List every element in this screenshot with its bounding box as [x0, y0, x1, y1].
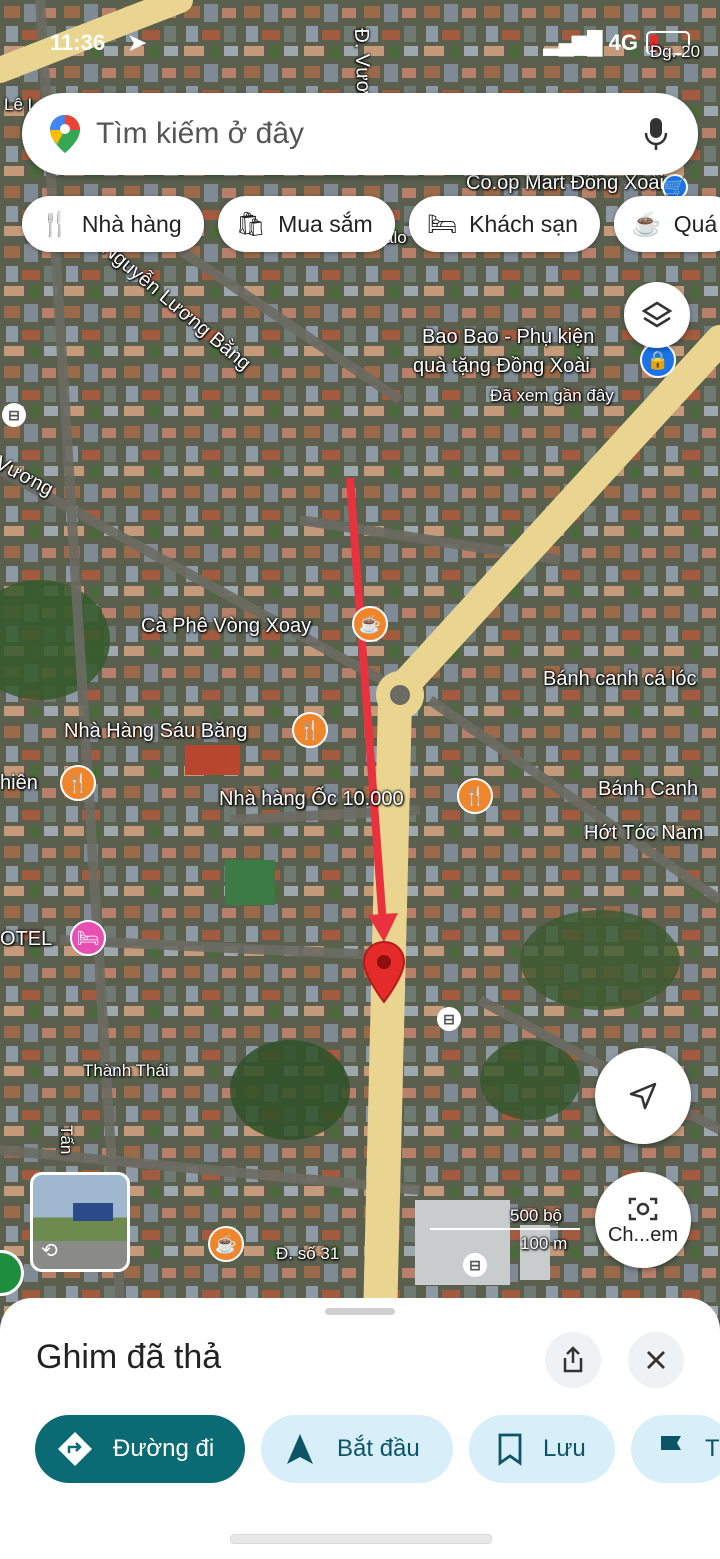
place-label-banhcanh[interactable]: Bánh canh cá lóc	[543, 668, 696, 691]
restaurant-poi-icon[interactable]: 🍴	[60, 765, 96, 801]
street-label: Đg. 20	[650, 42, 701, 61]
share-icon	[563, 1346, 583, 1373]
map-scale: 500 bộ 100 m	[430, 1206, 582, 1253]
sheet-drag-handle[interactable]	[325, 1308, 395, 1315]
bookmark-icon	[498, 1433, 522, 1466]
action-buttons: Đường đi Bắt đầu Lưu T	[35, 1415, 720, 1483]
street-label: Đ. số 31	[276, 1244, 340, 1263]
category-chips: 🍴 Nhà hàng 🛍 Mua sắm 🛏 Khách sạn ☕ Quá	[22, 196, 720, 252]
place-label-caphe[interactable]: Cà Phê Vòng Xoay	[141, 615, 311, 638]
chip-hotels[interactable]: 🛏 Khách sạn	[408, 196, 600, 252]
scale-feet-label: 500 bộ	[510, 1206, 562, 1225]
close-button[interactable]	[628, 1332, 684, 1388]
chip-label: Nhà hàng	[81, 210, 182, 237]
layers-icon	[641, 301, 673, 328]
bus-stop-icon[interactable]: ⊟	[437, 1007, 461, 1031]
rotate-360-icon: ⟲	[41, 1240, 58, 1262]
lens-label: Ch...em	[607, 1223, 679, 1246]
directions-button[interactable]: Đường đi	[35, 1415, 245, 1483]
start-button[interactable]: Bắt đầu	[261, 1415, 453, 1483]
bottom-sheet[interactable]: Ghim đã thả Đường đi Bắt đầu Lưu T	[0, 1298, 720, 1559]
bus-stop-icon[interactable]: ⊟	[463, 1253, 487, 1277]
save-button[interactable]: Lưu	[469, 1415, 615, 1483]
chip-label: Khách sạn	[469, 210, 578, 237]
place-label-hotel[interactable]: OTEL	[0, 928, 52, 951]
directions-icon	[58, 1432, 92, 1466]
chip-cafes[interactable]: ☕ Quá	[613, 196, 720, 252]
cafe-poi-icon[interactable]: ☕	[208, 1226, 244, 1262]
bus-stop-icon[interactable]: ⊟	[2, 403, 26, 427]
place-label-thien[interactable]: hiên	[0, 772, 38, 795]
flag-icon	[661, 1436, 681, 1463]
save-label: Lưu	[543, 1435, 586, 1462]
cafe-poi-icon[interactable]: ☕	[352, 606, 388, 642]
lens-button[interactable]: Ch...em	[595, 1172, 691, 1268]
status-bar: 11:36 ➤ ▂▄▆█ 4G	[0, 30, 720, 60]
label-button[interactable]: T	[631, 1415, 720, 1483]
recently-viewed-label: Đã xem gần đây	[490, 386, 614, 405]
label-label: T	[705, 1435, 720, 1462]
place-label-sau-bang[interactable]: Nhà Hàng Sáu Băng	[64, 720, 247, 743]
bed-icon: 🛏	[426, 210, 458, 238]
chip-label: Mua sắm	[278, 210, 373, 237]
close-icon	[647, 1351, 665, 1369]
chip-label: Quá	[673, 210, 718, 237]
directions-label: Đường đi	[113, 1435, 215, 1462]
signal-icon: ▂▄▆█	[543, 30, 603, 55]
shopping-bag-icon: 🛍	[235, 210, 267, 238]
restaurant-poi-icon[interactable]: 🍴	[457, 778, 493, 814]
microphone-icon[interactable]	[644, 116, 668, 152]
search-bar[interactable]: Tìm kiếm ở đây	[22, 93, 698, 175]
cafe-cup-icon: ☕	[631, 210, 662, 238]
navigation-arrow-icon	[629, 1082, 657, 1110]
scale-meters-label: 100 m	[520, 1234, 568, 1253]
home-indicator	[230, 1534, 492, 1544]
street-label: Thành Thái	[83, 1061, 169, 1080]
maps-logo-icon	[50, 115, 80, 153]
place-label-baobao[interactable]: Bao Bao - Phụ kiện	[422, 326, 594, 349]
dropped-pin-icon[interactable]	[362, 940, 406, 1004]
restaurant-poi-icon[interactable]: 🍴	[292, 712, 328, 748]
place-label-baobao-2[interactable]: quà tặng Đồng Xoài	[413, 355, 590, 378]
share-button[interactable]	[545, 1332, 601, 1388]
place-label-banhcanh-2[interactable]: Bánh Canh	[598, 778, 698, 801]
street-view-sign	[73, 1203, 113, 1221]
location-arrow-icon: ➤	[128, 30, 147, 55]
chip-shopping[interactable]: 🛍 Mua sắm	[217, 196, 395, 252]
place-label-oc[interactable]: Nhà hàng Ốc 10.000	[219, 788, 404, 811]
search-input[interactable]: Tìm kiếm ở đây	[96, 117, 644, 151]
chip-restaurants[interactable]: 🍴 Nhà hàng	[22, 196, 204, 252]
sheet-title: Ghim đã thả	[36, 1338, 222, 1376]
place-label-coopmart[interactable]: Co.op Mart Đồng Xoài	[466, 172, 664, 195]
status-time: 11:36	[50, 30, 106, 55]
navigation-arrow-icon	[287, 1434, 313, 1464]
fork-knife-icon: 🍴	[40, 210, 70, 238]
my-location-button[interactable]	[595, 1048, 691, 1144]
hotel-poi-icon[interactable]: 🛏	[70, 920, 106, 956]
street-label: Tấn	[57, 1125, 76, 1155]
camera-lens-icon	[628, 1197, 658, 1220]
network-type: 4G	[608, 30, 638, 55]
place-label-hottoc[interactable]: Hớt Tóc Nam	[584, 822, 703, 845]
layers-button[interactable]	[624, 282, 690, 348]
start-label: Bắt đầu	[337, 1435, 420, 1462]
street-view-thumbnail[interactable]: ⟲	[30, 1172, 130, 1272]
